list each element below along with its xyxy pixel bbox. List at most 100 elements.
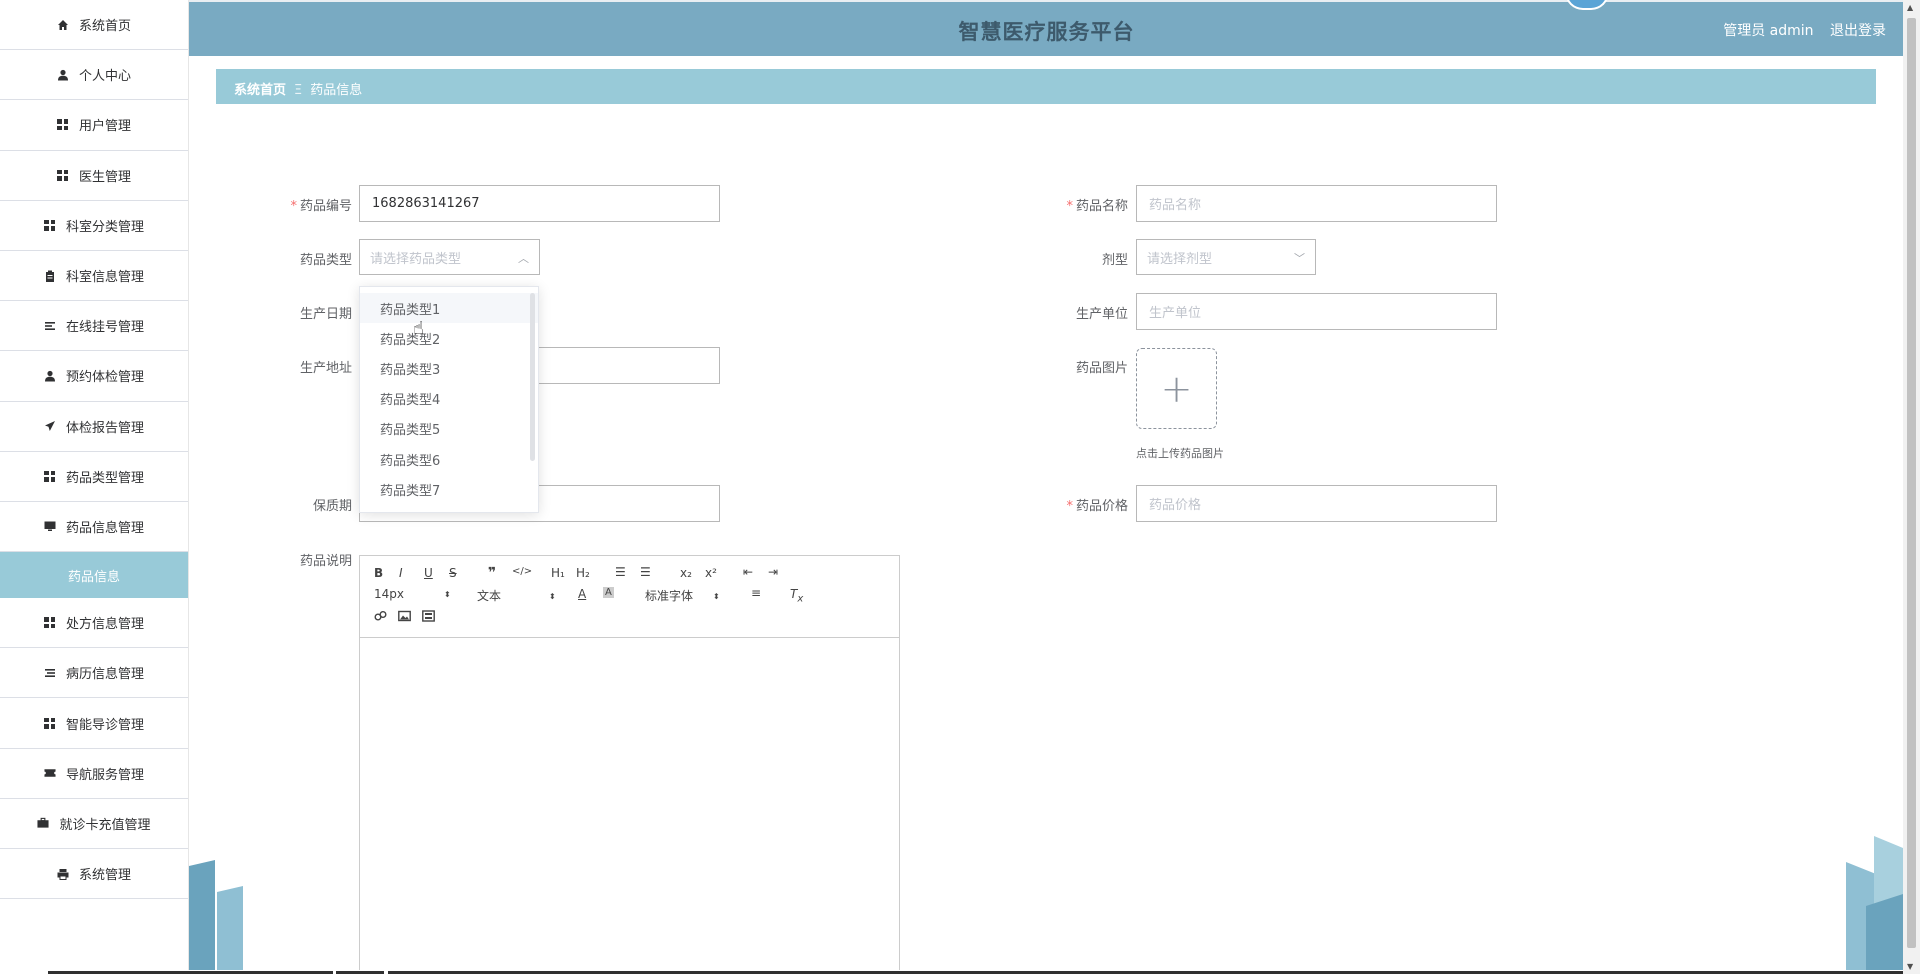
underline-button[interactable]: U: [424, 566, 433, 580]
sidebar-item-drug-info-management[interactable]: 药品信息管理: [0, 502, 188, 553]
vertical-scrollbar[interactable]: ▲ ▼: [1903, 0, 1920, 974]
scrollbar-thumb[interactable]: [1907, 18, 1916, 948]
font-family-select[interactable]: 标准字体 ⬍: [645, 587, 720, 604]
clipboard-icon: [44, 270, 56, 282]
drug-type-label: 药品类型: [299, 253, 352, 268]
drug-name-label: * 药品名称: [1066, 199, 1128, 214]
dropdown-option[interactable]: 药品类型2: [360, 323, 538, 353]
sidebar-item-label: 药品信息管理: [65, 520, 144, 536]
sidebar-item-personal-center[interactable]: 个人中心: [0, 50, 188, 101]
sidebar-item-label: 药品信息: [67, 569, 120, 585]
sidebar-item-medical-record[interactable]: 病历信息管理: [0, 648, 188, 699]
align-icon[interactable]: ≡: [751, 586, 761, 600]
sidebar-item-navigation-service[interactable]: 导航服务管理: [0, 749, 188, 799]
dosage-form-select[interactable]: 请选择剂型 ﹀: [1136, 239, 1316, 275]
dropdown-option[interactable]: 药品类型5: [360, 414, 538, 444]
header-decoration: [1565, 0, 1609, 10]
bold-button[interactable]: B: [374, 566, 383, 580]
breadcrumb-trail: 系统首页 Ξ 药品信息: [234, 79, 362, 98]
sidebar-item-card-recharge[interactable]: 就诊卡充值管理: [0, 799, 188, 849]
indent-icon[interactable]: ⇥: [768, 565, 778, 579]
dropdown-option[interactable]: 药品类型4: [360, 384, 538, 414]
drug-price-input[interactable]: 药品价格: [1136, 485, 1497, 522]
sidebar-item-user-management[interactable]: 用户管理: [0, 100, 188, 151]
grid-icon: [44, 470, 56, 482]
grid-icon: [57, 119, 69, 131]
drug-type-select[interactable]: 请选择药品类型 ︿: [359, 239, 540, 275]
shelf-life-label: 保质期: [312, 499, 352, 514]
corner-decoration-left: [189, 860, 243, 974]
clear-format-button[interactable]: Tx: [790, 587, 803, 604]
sidebar-item-checkup-booking[interactable]: 预约体检管理: [0, 351, 188, 402]
sidebar-item-drug-type[interactable]: 药品类型管理: [0, 452, 188, 502]
hand-cursor-icon: ☝: [413, 318, 424, 339]
editor-content-area[interactable]: [360, 638, 899, 974]
outdent-icon[interactable]: ⇤: [743, 565, 753, 579]
sidebar-item-doctor-management[interactable]: 医生管理: [0, 151, 188, 201]
sidebar-item-online-registration[interactable]: 在线挂号管理: [0, 301, 188, 352]
video-icon[interactable]: [422, 610, 435, 625]
sidebar-item-label: 就诊卡充值管理: [59, 817, 151, 833]
breadcrumb-home[interactable]: 系统首页: [234, 83, 286, 98]
send-icon: [44, 420, 56, 432]
sidebar-item-drug-info[interactable]: 药品信息: [0, 552, 188, 599]
sidebar-item-smart-triage[interactable]: 智能导诊管理: [0, 698, 188, 749]
dropdown-option[interactable]: 药品类型3: [360, 353, 538, 383]
dropdown-option[interactable]: 药品类型7: [360, 474, 538, 504]
corner-decoration-right: [1846, 836, 1903, 974]
dropdown-scrollbar[interactable]: [530, 293, 535, 461]
scroll-up-icon[interactable]: ▲: [1907, 3, 1913, 12]
sidebar-item-system-management[interactable]: 系统管理: [0, 849, 188, 900]
subscript-button[interactable]: x₂: [680, 566, 692, 580]
sidebar-item-label: 药品类型管理: [65, 470, 144, 486]
dropdown-option[interactable]: 药品类型1: [360, 293, 538, 324]
monitor-icon: [44, 520, 56, 532]
sidebar-item-prescription[interactable]: 处方信息管理: [0, 598, 188, 649]
dropdown-option[interactable]: 药品类型6: [360, 444, 538, 474]
drug-name-input[interactable]: 药品名称: [1136, 185, 1497, 222]
drug-type-placeholder: 请选择药品类型: [370, 251, 462, 267]
font-size-select[interactable]: 14px ⬍: [374, 587, 451, 601]
code-button[interactable]: </>: [512, 566, 532, 577]
sidebar-item-label: 病历信息管理: [65, 667, 144, 683]
sidebar-item-label: 医生管理: [78, 169, 131, 185]
upload-tip: 点击上传药品图片: [1136, 447, 1224, 460]
required-mark: *: [290, 199, 297, 214]
sidebar-item-label: 预约体检管理: [65, 370, 144, 386]
manufacturer-label: 生产单位: [1075, 307, 1128, 322]
ordered-list-icon[interactable]: ☰: [615, 565, 626, 579]
link-icon[interactable]: [374, 610, 387, 625]
drug-code-label: * 药品编号: [290, 199, 352, 214]
header-format-select[interactable]: 文本 ⬍: [477, 587, 556, 604]
image-icon[interactable]: [398, 610, 411, 625]
background-color-button[interactable]: A: [603, 587, 614, 598]
sidebar-item-department-category[interactable]: 科室分类管理: [0, 201, 188, 251]
chevron-down-icon: ﹀: [1294, 252, 1305, 265]
image-upload-button[interactable]: +: [1136, 348, 1217, 429]
rich-text-editor: B I U S ❞ </> H₁ H₂ ☰ ☰ x₂ x² ⇤ ⇥ 14px ⬍ …: [359, 555, 900, 974]
manufacturer-input[interactable]: 生产单位: [1136, 293, 1497, 330]
strike-button[interactable]: S: [449, 566, 457, 580]
sidebar-item-home[interactable]: 系统首页: [0, 0, 188, 51]
scroll-down-icon[interactable]: ▼: [1907, 962, 1913, 971]
sidebar-item-label: 智能导诊管理: [65, 717, 144, 733]
italic-button[interactable]: I: [399, 566, 403, 580]
required-mark: *: [1066, 199, 1073, 214]
h1-button[interactable]: H₁: [551, 566, 565, 580]
dosage-form-label: 剂型: [1101, 253, 1128, 268]
sidebar: 系统首页 个人中心 用户管理 医生管理 科室分类管理 科室信息管理 在线挂号管理…: [0, 0, 189, 974]
superscript-button[interactable]: x²: [705, 566, 717, 580]
h2-button[interactable]: H₂: [576, 566, 590, 580]
grid-icon: [44, 717, 56, 729]
sidebar-item-checkup-report[interactable]: 体检报告管理: [0, 402, 188, 452]
logout-link[interactable]: 退出登录: [1830, 23, 1886, 39]
blockquote-button[interactable]: ❞: [488, 565, 496, 581]
sidebar-item-label: 个人中心: [78, 69, 131, 85]
bullet-list-icon[interactable]: ☰: [640, 565, 651, 579]
required-mark: *: [1066, 499, 1073, 514]
sidebar-item-label: 用户管理: [78, 119, 131, 135]
sidebar-item-department-info[interactable]: 科室信息管理: [0, 251, 188, 302]
list-icon: [44, 667, 56, 679]
drug-code-input[interactable]: 1682863141267: [359, 185, 720, 222]
font-color-button[interactable]: A: [578, 587, 586, 601]
